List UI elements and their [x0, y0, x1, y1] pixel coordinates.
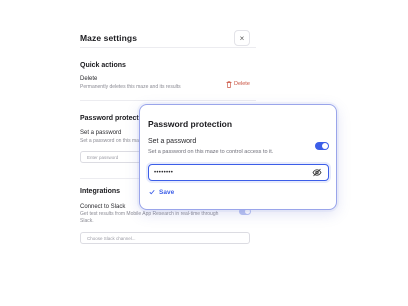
delete-description: Permanently deletes this maze and its re…	[80, 84, 181, 90]
panel-title: Maze settings	[80, 33, 138, 43]
save-button[interactable]: Save	[149, 186, 174, 198]
slack-label: Connect to Slack	[80, 204, 126, 210]
integrations-heading: Integrations	[80, 188, 121, 195]
divider	[80, 47, 256, 48]
slack-description-line-2: Slack.	[80, 218, 94, 224]
check-icon	[149, 189, 155, 195]
eye-off-icon[interactable]	[312, 168, 322, 177]
delete-button-label: Delete	[234, 81, 250, 87]
save-label: Save	[159, 188, 175, 196]
toggle-knob	[322, 143, 328, 149]
password-label: Set a password	[80, 130, 122, 136]
slack-channel-select[interactable]: Choose Slack channel...	[80, 232, 250, 244]
password-toggle[interactable]	[315, 142, 329, 150]
close-icon: ×	[239, 33, 245, 43]
modal-title: Password protection	[148, 119, 233, 129]
password-description: Set a password on this maze	[80, 138, 145, 144]
quick-actions-heading: Quick actions	[80, 62, 126, 69]
trash-icon	[226, 80, 232, 88]
password-value: ••••••••	[154, 169, 174, 176]
delete-label: Delete	[80, 76, 98, 82]
divider	[80, 100, 256, 101]
set-password-label: Set a password	[148, 138, 197, 145]
delete-button[interactable]: Delete	[222, 78, 254, 90]
close-button[interactable]: ×	[234, 30, 250, 46]
slack-description-line-1: Get test results from Mobile App Researc…	[80, 211, 219, 217]
set-password-description: Set a password on this maze to control a…	[148, 149, 274, 155]
password-protection-modal: Password protection Set a password Set a…	[139, 104, 337, 210]
password-input[interactable]: ••••••••	[148, 164, 329, 181]
